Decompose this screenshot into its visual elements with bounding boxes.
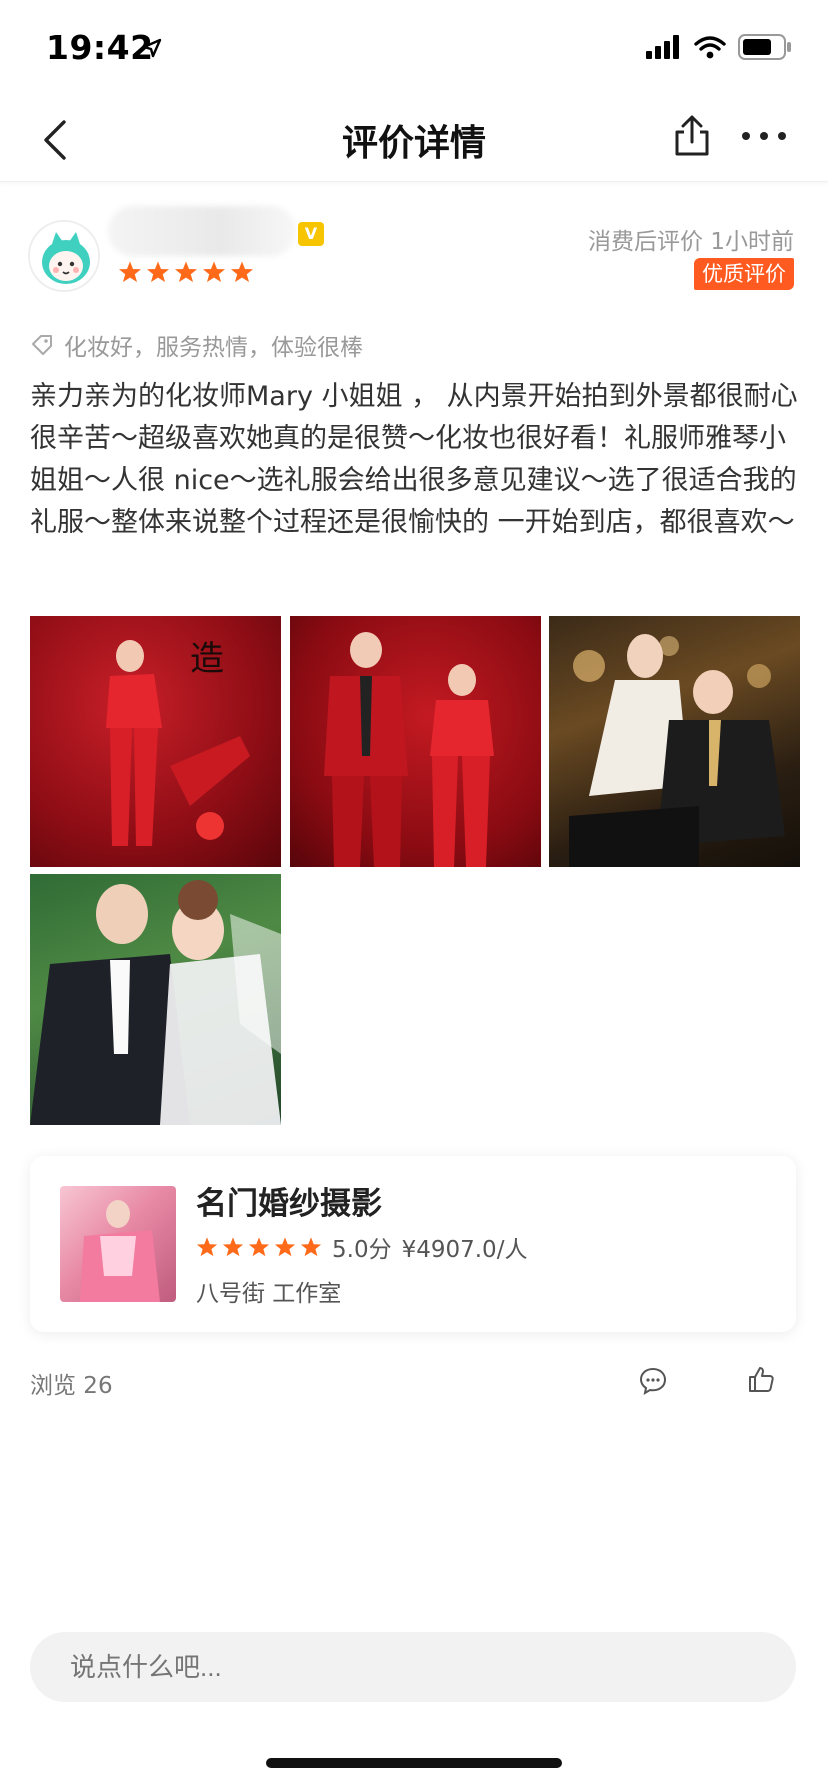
star-icon (196, 1237, 218, 1257)
avatar[interactable] (28, 220, 100, 292)
star-icon (175, 261, 197, 282)
more-icon[interactable] (740, 122, 788, 150)
nav-bar: 评价详情 (0, 96, 828, 182)
star-icon (222, 1237, 244, 1257)
vip-badge-icon: V (298, 222, 324, 246)
star-icon (147, 261, 169, 282)
shop-name: 名门婚纱摄影 (196, 1186, 382, 1222)
battery-icon (738, 34, 791, 60)
star-icon (119, 261, 141, 282)
signal-icon (646, 35, 679, 59)
avatar-character-icon (30, 222, 98, 290)
shop-rating: 5.0分 ¥4907.0/人 (196, 1230, 527, 1264)
review-photo[interactable] (290, 616, 541, 867)
photo-red-couple-1: 造 (106, 639, 250, 846)
comment-icon[interactable] (638, 1366, 668, 1396)
quality-review-badge: 优质评价 (694, 258, 794, 290)
shop-photo (80, 1200, 160, 1302)
shop-score: 5.0分 (332, 1237, 392, 1263)
user-rating-stars (118, 260, 254, 284)
status-time: 19:42 (46, 28, 154, 67)
review-tag-text: 化妆好，服务热情，体验很棒 (64, 335, 363, 361)
photo-red-couple-2 (324, 632, 494, 867)
view-count: 浏览 26 (30, 1373, 113, 1399)
shop-price: ¥4907.0/人 (401, 1237, 528, 1263)
review-photo[interactable] (549, 616, 800, 867)
like-thumb-icon[interactable] (746, 1364, 776, 1394)
review-body: 亲力亲为的化妆师Mary 小姐姐 ， 从内景开始拍到外景都很耐心很辛苦～超级喜欢… (30, 381, 798, 538)
shop-rating-stars (196, 1236, 322, 1258)
star-icon (274, 1237, 296, 1257)
tag-icon (32, 335, 52, 355)
location-arrow-icon (142, 38, 162, 58)
photo-night-couple (569, 634, 785, 867)
star-icon (248, 1237, 270, 1257)
star-icon (300, 1237, 322, 1257)
review-photo[interactable] (30, 874, 281, 1125)
status-bar: 19:42 (0, 0, 828, 96)
svg-text:造: 造 (190, 639, 224, 679)
shop-card[interactable]: 名门婚纱摄影 5.0分 ¥4907.0/人 八号街 工作室 (30, 1156, 796, 1332)
photo-wedding-garden (30, 880, 281, 1125)
username-blurred (108, 206, 296, 256)
share-icon[interactable] (672, 114, 712, 158)
review-tags: 化妆好，服务热情，体验很棒 (30, 328, 363, 362)
review-photo[interactable]: 造 (30, 616, 281, 867)
shop-thumbnail (60, 1186, 176, 1302)
review-meta: 消费后评价 1小时前 (588, 229, 794, 255)
home-indicator (266, 1758, 562, 1768)
wifi-icon (694, 36, 726, 59)
comment-input[interactable] (30, 1632, 796, 1702)
shop-address: 八号街 工作室 (196, 1281, 342, 1307)
star-icon (231, 261, 253, 282)
star-icon (203, 261, 225, 282)
